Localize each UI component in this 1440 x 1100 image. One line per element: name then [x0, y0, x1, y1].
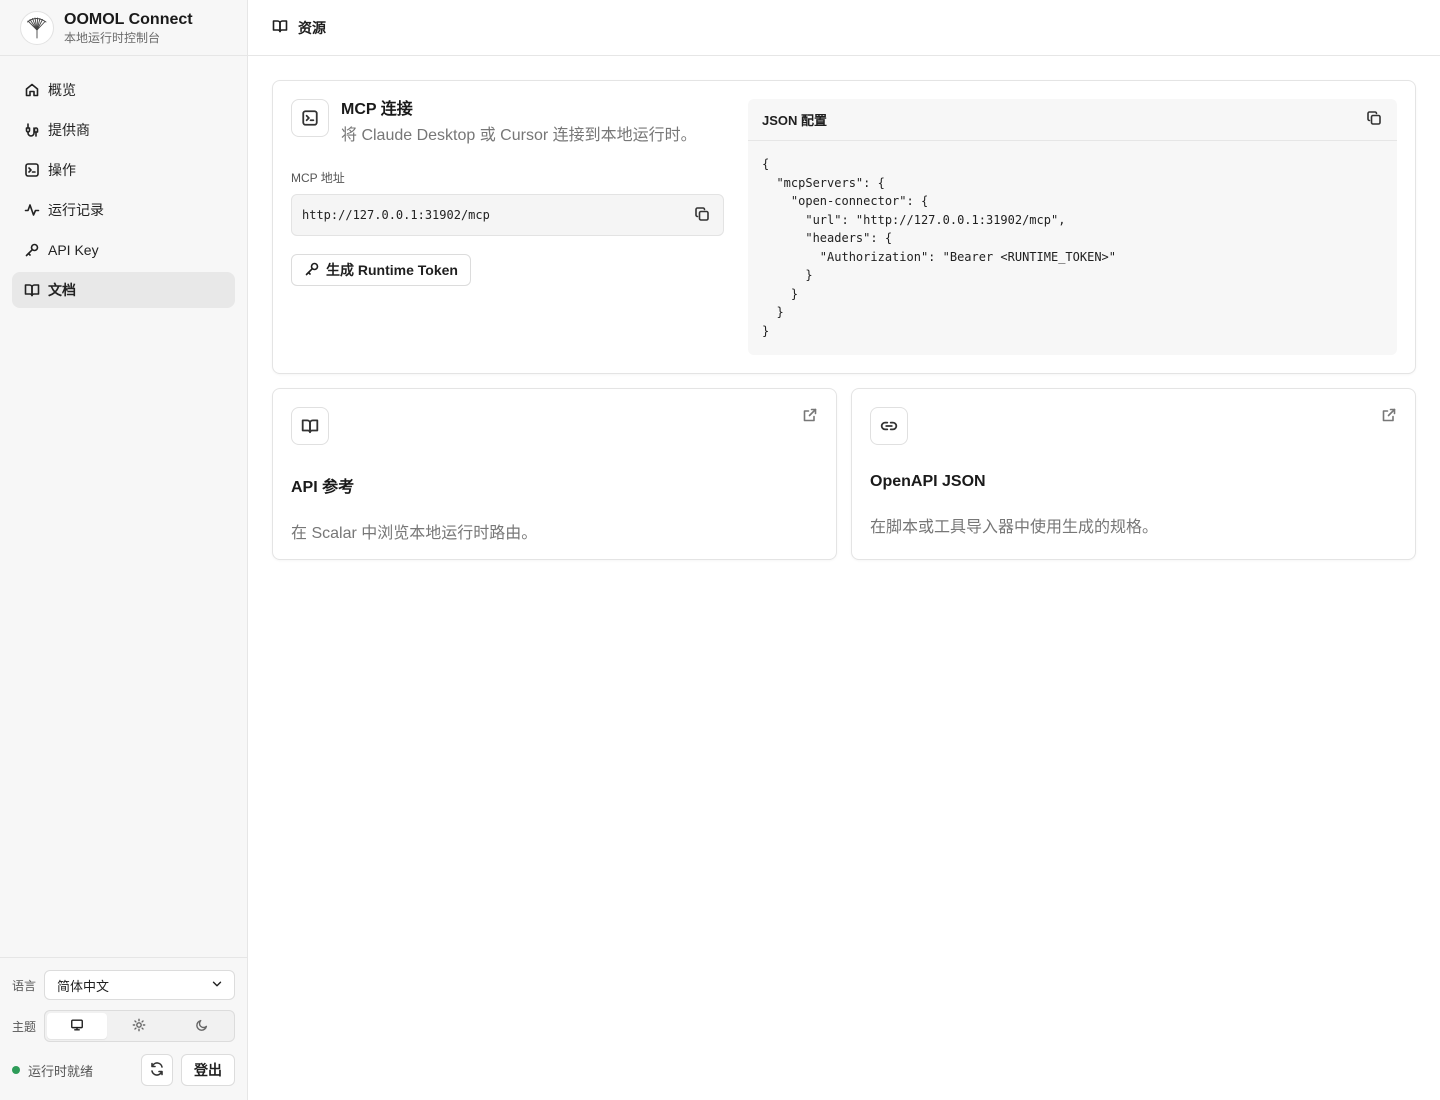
app-subtitle: 本地运行时控制台 [64, 30, 161, 45]
card-title: API 参考 [291, 479, 355, 496]
monitor-icon [70, 1018, 84, 1035]
generate-token-label: 生成 Runtime Token [326, 262, 458, 278]
link-icon [870, 407, 908, 445]
runtime-status: 运行时就绪 [12, 1061, 93, 1080]
sidebar-item-docs[interactable]: 文档 [12, 272, 235, 308]
ginkgo-leaf-logo-icon [20, 10, 54, 45]
copy-address-button[interactable] [691, 204, 713, 226]
home-icon [24, 82, 40, 98]
sidebar-footer: 语言 简体中文 主题 运行时就绪 登出 [0, 957, 247, 1100]
sidebar-item-runs[interactable]: 运行记录 [12, 192, 235, 228]
json-config-panel: JSON 配置 { "mcpServers": { "open-connecto… [748, 99, 1397, 355]
api-reference-card[interactable]: API 参考 在 Scalar 中浏览本地运行时路由。 [272, 388, 837, 560]
logout-button[interactable]: 登出 [181, 1054, 235, 1086]
sidebar-item-label: 文档 [48, 282, 76, 298]
sidebar-item-label: API Key [48, 242, 99, 258]
chevron-down-icon [210, 977, 224, 994]
theme-label: 主题 [12, 1019, 37, 1034]
terminal-icon [291, 99, 329, 137]
plug-icon [24, 122, 40, 138]
resource-cards: API 参考 在 Scalar 中浏览本地运行时路由。 OpenAPI JSON… [272, 388, 1416, 560]
theme-dark-button[interactable] [172, 1013, 232, 1039]
json-config-title: JSON 配置 [762, 113, 828, 128]
theme-switcher [44, 1010, 235, 1042]
sidebar-item-label: 运行记录 [48, 202, 104, 218]
card-description: 在 Scalar 中浏览本地运行时路由。 [291, 525, 538, 542]
card-description: 在脚本或工具导入器中使用生成的规格。 [870, 519, 1159, 536]
mcp-address-value[interactable]: http://127.0.0.1:31902/mcp [302, 208, 490, 222]
mcp-title: MCP 连接 [341, 101, 413, 118]
card-title: OpenAPI JSON [870, 473, 986, 490]
status-text: 运行时就绪 [28, 1063, 94, 1079]
sidebar-item-label: 操作 [48, 162, 76, 178]
key-icon [304, 261, 320, 280]
copy-json-button[interactable] [1363, 109, 1385, 131]
sidebar-item-providers[interactable]: 提供商 [12, 112, 235, 148]
activity-icon [24, 202, 40, 218]
mcp-address-label: MCP 地址 [291, 171, 345, 185]
openapi-json-card[interactable]: OpenAPI JSON 在脚本或工具导入器中使用生成的规格。 [851, 388, 1416, 560]
sidebar-item-label: 提供商 [48, 122, 90, 138]
mcp-address-field: http://127.0.0.1:31902/mcp [291, 194, 724, 236]
status-dot [12, 1066, 20, 1074]
terminal-icon [24, 162, 40, 178]
copy-icon [1366, 110, 1382, 129]
language-label: 语言 [12, 978, 37, 993]
sidebar-item-actions[interactable]: 操作 [12, 152, 235, 188]
app-title: OOMOL Connect [64, 10, 193, 28]
sidebar: OOMOL Connect 本地运行时控制台 概览 提供商 操作 运行记录 AP… [0, 0, 248, 1100]
main: 资源 MCP 连接 将 Claude Desktop 或 Cursor 连接到本… [248, 0, 1440, 1100]
content: MCP 连接 将 Claude Desktop 或 Cursor 连接到本地运行… [248, 56, 1440, 584]
page-title: 资源 [298, 19, 326, 36]
book-icon [24, 282, 40, 298]
generate-token-button[interactable]: 生成 Runtime Token [291, 254, 471, 286]
key-icon [24, 242, 40, 258]
book-icon [272, 18, 288, 37]
mcp-card: MCP 连接 将 Claude Desktop 或 Cursor 连接到本地运行… [272, 80, 1416, 374]
theme-system-button[interactable] [47, 1013, 108, 1039]
language-value: 简体中文 [57, 978, 110, 994]
copy-icon [694, 206, 710, 225]
external-link-icon [802, 407, 818, 423]
external-link-icon [1381, 407, 1397, 423]
refresh-icon [149, 1061, 165, 1080]
sidebar-item-overview[interactable]: 概览 [12, 72, 235, 108]
sun-icon [132, 1018, 146, 1035]
topbar: 资源 [248, 0, 1440, 56]
language-select[interactable]: 简体中文 [44, 970, 235, 1000]
moon-icon [195, 1018, 209, 1035]
theme-light-button[interactable] [109, 1013, 169, 1039]
sidebar-nav: 概览 提供商 操作 运行记录 API Key 文档 [0, 56, 247, 324]
refresh-button[interactable] [141, 1054, 173, 1086]
mcp-description: 将 Claude Desktop 或 Cursor 连接到本地运行时。 [341, 127, 697, 144]
sidebar-item-label: 概览 [48, 82, 76, 98]
json-config-code[interactable]: { "mcpServers": { "open-connector": { "u… [748, 141, 1397, 354]
brand: OOMOL Connect 本地运行时控制台 [0, 0, 247, 56]
book-icon [291, 407, 329, 445]
app-root: OOMOL Connect 本地运行时控制台 概览 提供商 操作 运行记录 AP… [0, 0, 1440, 1100]
sidebar-item-api-key[interactable]: API Key [12, 232, 235, 268]
